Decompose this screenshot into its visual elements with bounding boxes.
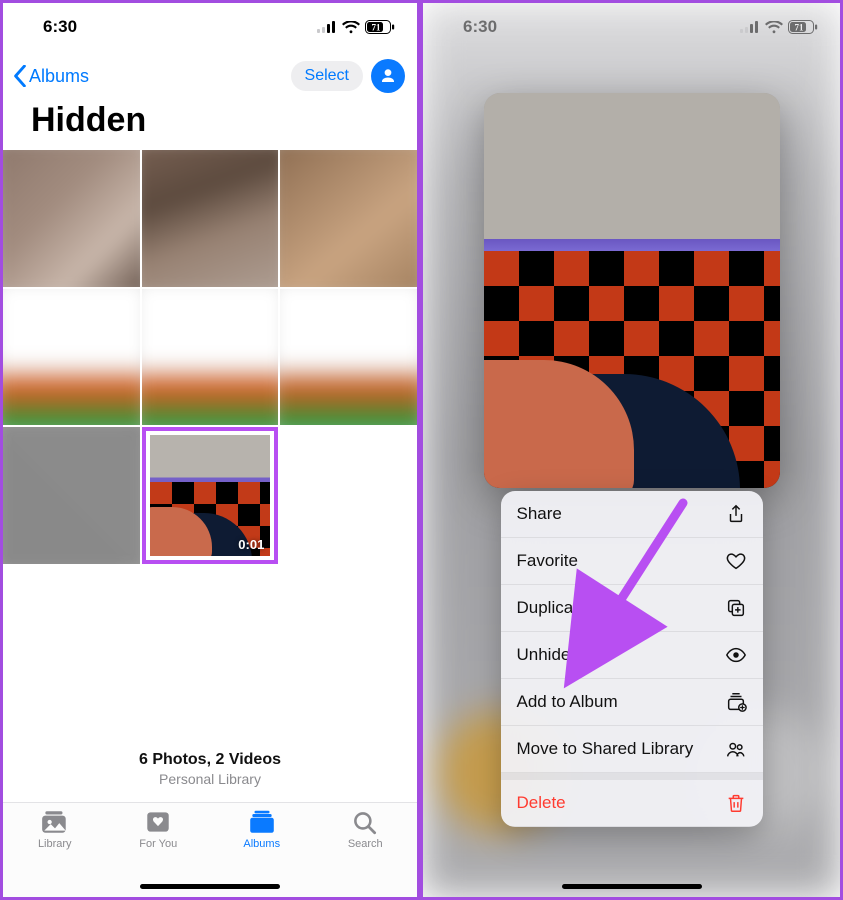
menu-label: Share (517, 504, 562, 524)
photo-grid: 0:01 (3, 150, 417, 564)
share-icon (725, 503, 747, 525)
tab-label: For You (139, 838, 177, 850)
back-button[interactable]: Albums (13, 65, 89, 87)
tab-label: Albums (243, 838, 280, 850)
tab-label: Library (38, 838, 72, 850)
photo-thumb[interactable] (3, 150, 140, 287)
menu-add-to-album[interactable]: Add to Album (501, 679, 763, 726)
menu-label: Delete (517, 793, 566, 813)
photo-thumb[interactable] (3, 289, 140, 426)
menu-unhide[interactable]: Unhide (501, 632, 763, 679)
photo-thumb[interactable] (280, 289, 417, 426)
albums-icon (247, 809, 277, 835)
battery-icon: 71 (365, 20, 395, 34)
photo-preview[interactable] (484, 93, 780, 488)
video-thumb-highlighted[interactable]: 0:01 (142, 427, 279, 564)
tab-bar: Library For You Albums Search (3, 802, 417, 897)
trash-icon (725, 792, 747, 814)
status-time: 6:30 (43, 17, 77, 37)
library-icon (40, 809, 70, 835)
screen-hidden-album: 6:30 71 Albums Select Hidden 0:01 (0, 0, 420, 900)
tab-library[interactable]: Library (3, 809, 107, 897)
tab-label: Search (348, 838, 383, 850)
wifi-icon (342, 21, 360, 34)
person-icon (379, 67, 397, 85)
album-add-icon (725, 691, 747, 713)
menu-move-shared[interactable]: Move to Shared Library (501, 726, 763, 773)
summary-library: Personal Library (3, 771, 417, 787)
page-title: Hidden (3, 99, 417, 150)
menu-separator (501, 773, 763, 780)
for-you-icon (143, 809, 173, 835)
status-icons: 71 (317, 20, 395, 34)
search-icon (350, 809, 380, 835)
back-label: Albums (29, 66, 89, 87)
heart-icon (725, 550, 747, 572)
nav-bar: Albums Select (3, 51, 417, 99)
wifi-icon (765, 21, 783, 34)
tab-search[interactable]: Search (314, 809, 418, 897)
shared-library-icon (725, 738, 747, 760)
photo-thumb[interactable] (280, 150, 417, 287)
home-indicator[interactable] (562, 884, 702, 889)
cellular-icon (317, 21, 337, 33)
home-indicator[interactable] (140, 884, 280, 889)
menu-label: Move to Shared Library (517, 739, 694, 759)
duplicate-icon (725, 597, 747, 619)
menu-label: Unhide (517, 645, 571, 665)
status-bar: 6:30 71 (3, 3, 417, 51)
battery-icon: 71 (788, 20, 818, 34)
summary-count: 6 Photos, 2 Videos (3, 751, 417, 769)
photo-thumb[interactable] (3, 427, 140, 564)
screen-context-menu: 6:30 71 Share Favorite Duplicate Unhide … (420, 0, 843, 900)
video-duration: 0:01 (238, 537, 264, 552)
menu-share[interactable]: Share (501, 491, 763, 538)
status-bar: 6:30 71 (423, 3, 840, 51)
menu-duplicate[interactable]: Duplicate (501, 585, 763, 632)
chevron-left-icon (13, 65, 27, 87)
menu-label: Duplicate (517, 598, 588, 618)
svg-text:71: 71 (795, 23, 805, 33)
menu-label: Add to Album (517, 692, 618, 712)
photo-thumb[interactable] (142, 289, 279, 426)
profile-button[interactable] (371, 59, 405, 93)
empty-cell (280, 427, 417, 564)
menu-delete[interactable]: Delete (501, 780, 763, 827)
status-time: 6:30 (463, 17, 497, 37)
menu-label: Favorite (517, 551, 578, 571)
status-icons: 71 (740, 20, 818, 34)
cellular-icon (740, 21, 760, 33)
eye-icon (725, 644, 747, 666)
select-button[interactable]: Select (291, 61, 363, 91)
photo-thumb[interactable] (142, 150, 279, 287)
context-menu: Share Favorite Duplicate Unhide Add to A… (501, 491, 763, 827)
menu-favorite[interactable]: Favorite (501, 538, 763, 585)
album-summary: 6 Photos, 2 Videos Personal Library (3, 751, 417, 787)
svg-text:71: 71 (372, 23, 382, 33)
